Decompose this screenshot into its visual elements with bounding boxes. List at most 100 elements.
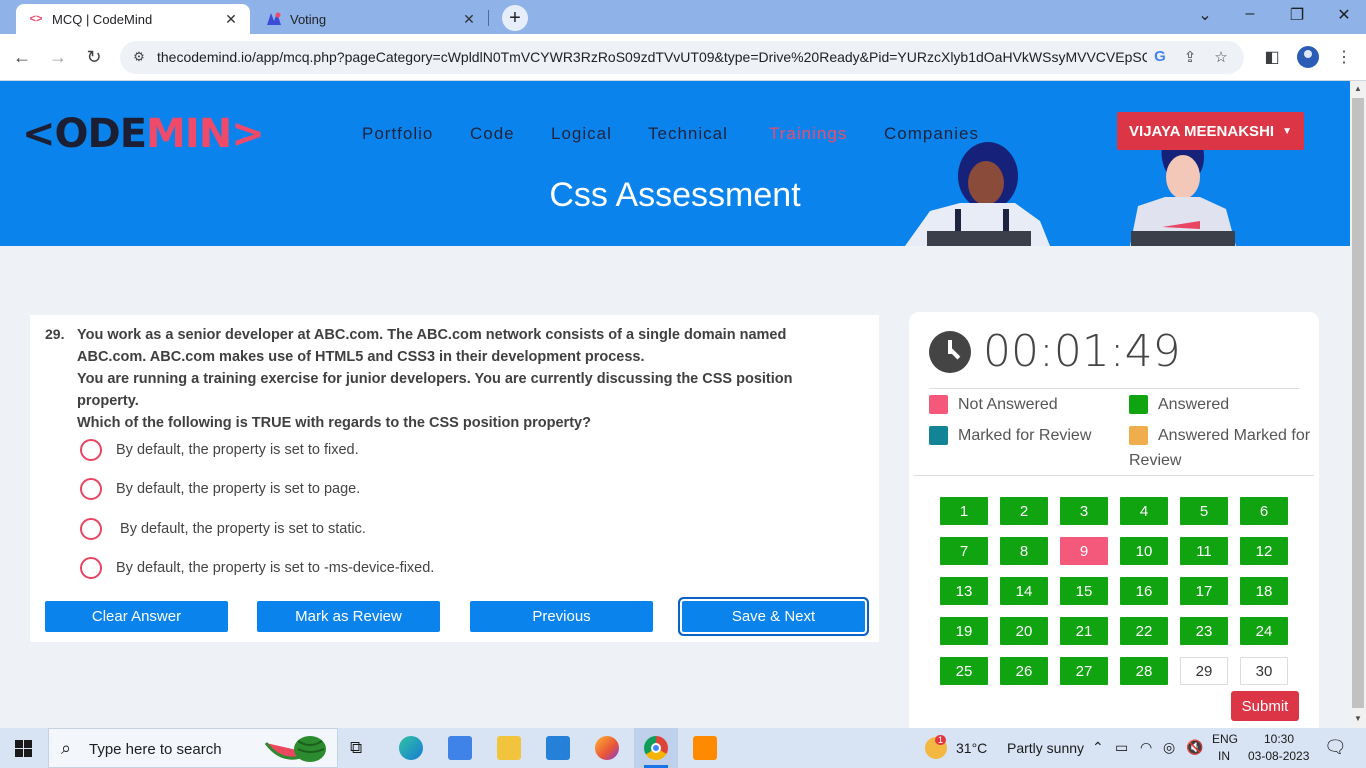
restore-icon[interactable]: ❐	[1287, 5, 1307, 25]
back-arrow-icon[interactable]: ←	[11, 46, 33, 68]
question-nav-button-4[interactable]: 4	[1120, 497, 1168, 525]
option-4[interactable]: By default, the property is set to -ms-d…	[80, 556, 434, 580]
nav-portfolio[interactable]: Portfolio	[362, 124, 433, 144]
minimize-icon[interactable]: –	[1240, 5, 1260, 23]
address-bar[interactable]: ⚙ thecodemind.io/app/mcq.php?pageCategor…	[120, 41, 1244, 74]
question-nav-button-28[interactable]: 28	[1120, 657, 1168, 685]
option-label[interactable]: By default, the property is set to stati…	[116, 521, 366, 537]
bookmark-star-icon[interactable]: ☆	[1211, 48, 1231, 68]
close-window-icon[interactable]: ✕	[1334, 5, 1354, 25]
question-nav-button-1[interactable]: 1	[940, 497, 988, 525]
share-icon[interactable]: ⇪	[1180, 48, 1200, 68]
question-nav-button-25[interactable]: 25	[940, 657, 988, 685]
question-nav-button-10[interactable]: 10	[1120, 537, 1168, 565]
scrollbar-thumb[interactable]	[1352, 98, 1364, 708]
side-panel-icon[interactable]: ◧	[1261, 47, 1283, 69]
radio-button[interactable]	[80, 439, 102, 461]
codemind-logo[interactable]: <ODEMIN>	[22, 111, 265, 157]
taskbar-search-box[interactable]: ⌕ Type here to search	[48, 728, 338, 768]
question-nav-button-18[interactable]: 18	[1240, 577, 1288, 605]
wifi-icon[interactable]: ◠	[1140, 739, 1152, 756]
battery-icon[interactable]: ▭	[1115, 739, 1128, 756]
question-nav-button-11[interactable]: 11	[1180, 537, 1228, 565]
option-label[interactable]: By default, the property is set to page.	[116, 481, 360, 497]
volume-muted-icon[interactable]: 🔇	[1186, 739, 1203, 756]
question-nav-button-5[interactable]: 5	[1180, 497, 1228, 525]
notifications-icon[interactable]: 🗨	[1324, 737, 1347, 758]
edge-browser-icon[interactable]	[399, 736, 423, 760]
question-nav-button-22[interactable]: 22	[1120, 617, 1168, 645]
question-nav-button-21[interactable]: 21	[1060, 617, 1108, 645]
radio-button[interactable]	[80, 557, 102, 579]
question-nav-button-29[interactable]: 29	[1180, 657, 1228, 685]
close-tab-icon[interactable]: ✕	[222, 11, 240, 28]
question-nav-button-17[interactable]: 17	[1180, 577, 1228, 605]
save-and-next-button[interactable]: Save & Next	[682, 601, 865, 632]
option-1[interactable]: By default, the property is set to fixed…	[80, 438, 359, 462]
question-nav-button-9[interactable]: 9	[1060, 537, 1108, 565]
nav-code[interactable]: Code	[470, 124, 515, 144]
radio-button[interactable]	[80, 478, 102, 500]
nav-technical[interactable]: Technical	[648, 124, 728, 144]
page-scrollbar[interactable]: ▲ ▼	[1350, 81, 1366, 728]
profile-avatar-icon[interactable]	[1297, 46, 1319, 68]
question-nav-button-24[interactable]: 24	[1240, 617, 1288, 645]
browser-menu-icon[interactable]: ⋮	[1333, 47, 1355, 69]
question-nav-button-7[interactable]: 7	[940, 537, 988, 565]
question-nav-button-2[interactable]: 2	[1000, 497, 1048, 525]
close-tab-icon[interactable]: ✕	[460, 11, 478, 28]
tab-voting[interactable]: Voting ✕	[254, 4, 488, 34]
option-label[interactable]: By default, the property is set to -ms-d…	[116, 560, 434, 576]
option-3[interactable]: By default, the property is set to stati…	[80, 517, 366, 541]
reload-icon[interactable]: ↻	[83, 46, 105, 68]
clear-answer-button[interactable]: Clear Answer	[45, 601, 228, 632]
question-nav-button-30[interactable]: 30	[1240, 657, 1288, 685]
nav-logical[interactable]: Logical	[551, 124, 612, 144]
language-indicator[interactable]: ENG	[1212, 732, 1238, 746]
option-label[interactable]: By default, the property is set to fixed…	[116, 442, 359, 458]
device-icon[interactable]: ◎	[1163, 739, 1175, 756]
question-nav-button-13[interactable]: 13	[940, 577, 988, 605]
question-nav-button-14[interactable]: 14	[1000, 577, 1048, 605]
scroll-up-arrow-icon[interactable]: ▲	[1350, 84, 1366, 93]
site-info-icon[interactable]: ⚙	[130, 49, 148, 67]
previous-button[interactable]: Previous	[470, 601, 653, 632]
weather-temperature[interactable]: 31°C	[956, 740, 987, 756]
mark-as-review-button[interactable]: Mark as Review	[257, 601, 440, 632]
question-nav-button-27[interactable]: 27	[1060, 657, 1108, 685]
question-nav-button-16[interactable]: 16	[1120, 577, 1168, 605]
mail-icon[interactable]	[546, 736, 570, 760]
file-explorer-icon[interactable]	[497, 736, 521, 760]
sublime-text-icon[interactable]	[693, 736, 717, 760]
scroll-down-arrow-icon[interactable]: ▼	[1350, 714, 1366, 723]
forward-arrow-icon[interactable]: →	[47, 46, 69, 68]
submit-button[interactable]: Submit	[1231, 691, 1299, 721]
question-nav-button-6[interactable]: 6	[1240, 497, 1288, 525]
weather-condition[interactable]: Partly sunny	[1007, 740, 1084, 756]
clock-date[interactable]: 03-08-2023	[1248, 749, 1309, 763]
question-nav-button-3[interactable]: 3	[1060, 497, 1108, 525]
question-nav-button-26[interactable]: 26	[1000, 657, 1048, 685]
google-translate-icon[interactable]: G	[1150, 48, 1170, 68]
chrome-browser-icon[interactable]	[644, 736, 668, 760]
task-view-icon[interactable]: ⧉	[350, 738, 362, 758]
tab-search-chevron-icon[interactable]: ⌄	[1195, 5, 1215, 25]
nav-trainings[interactable]: Trainings	[769, 124, 847, 144]
question-nav-button-20[interactable]: 20	[1000, 617, 1048, 645]
region-indicator[interactable]: IN	[1218, 749, 1230, 763]
windows-start-icon[interactable]	[15, 740, 32, 757]
radio-button[interactable]	[80, 518, 102, 540]
firefox-icon[interactable]	[595, 736, 619, 760]
microsoft-store-icon[interactable]	[448, 736, 472, 760]
tab-mcq-codemind[interactable]: <> MCQ | CodeMind ✕	[16, 4, 250, 34]
show-hidden-icons-chevron-icon[interactable]: ⌃	[1092, 739, 1104, 756]
question-nav-button-8[interactable]: 8	[1000, 537, 1048, 565]
user-menu-button[interactable]: VIJAYA MEENAKSHI ▼	[1117, 112, 1304, 150]
question-nav-button-12[interactable]: 12	[1240, 537, 1288, 565]
clock-time[interactable]: 10:30	[1264, 732, 1294, 746]
new-tab-button[interactable]: +	[502, 5, 528, 31]
question-nav-button-19[interactable]: 19	[940, 617, 988, 645]
url-text[interactable]: thecodemind.io/app/mcq.php?pageCategory=…	[157, 49, 1147, 65]
question-nav-button-15[interactable]: 15	[1060, 577, 1108, 605]
question-nav-button-23[interactable]: 23	[1180, 617, 1228, 645]
